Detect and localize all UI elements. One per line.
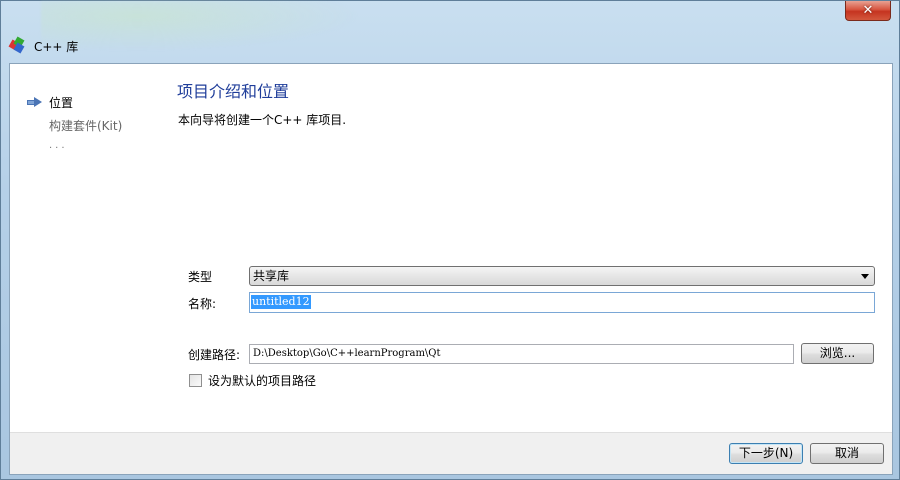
close-icon: ✕ (862, 3, 874, 18)
default-path-checkbox-label: 设为默认的项目路径 (208, 374, 317, 388)
window-title: C++ 库 (34, 39, 79, 54)
window-frame: ✕ C++ 库 位置 构建套件(Kit) ... 项目介绍和位置 本向导将创建一… (0, 0, 900, 480)
wizard-footer: 下一步(N) 取消 (10, 432, 892, 474)
path-label: 创建路径: (188, 348, 241, 362)
browse-button[interactable]: 浏览... (801, 343, 874, 364)
page-description: 本向导将创建一个C++ 库项目. (178, 113, 347, 127)
current-step-arrow-icon (27, 97, 42, 108)
type-combobox-value: 共享库 (253, 269, 290, 283)
step-more: ... (49, 140, 68, 151)
default-path-checkbox[interactable] (189, 374, 202, 387)
step-kit: 构建套件(Kit) (49, 119, 123, 133)
cancel-button[interactable]: 取消 (810, 443, 884, 464)
step-location-label: 位置 (49, 96, 74, 110)
type-combobox[interactable]: 共享库 (249, 266, 875, 286)
wizard-steps-sidebar: 位置 构建套件(Kit) ... (10, 64, 170, 432)
name-label: 名称: (188, 297, 217, 311)
wizard-client-area: 位置 构建套件(Kit) ... 项目介绍和位置 本向导将创建一个C++ 库项目… (9, 63, 893, 475)
name-input-selected-text: untitled12 (251, 295, 311, 309)
name-input[interactable]: untitled12 (249, 292, 875, 313)
chevron-down-icon (861, 274, 869, 279)
qt-app-icon (8, 36, 26, 54)
default-path-checkbox-row[interactable]: 设为默认的项目路径 (189, 372, 316, 389)
step-location: 位置 (27, 94, 73, 111)
page-title: 项目介绍和位置 (177, 82, 290, 101)
next-button[interactable]: 下一步(N) (729, 443, 803, 464)
window-close-button[interactable]: ✕ (845, 1, 891, 21)
title-bar: C++ 库 (1, 31, 899, 61)
type-label: 类型 (188, 270, 213, 284)
path-input[interactable]: D:\Desktop\Go\C++learnProgram\Qt (249, 344, 794, 364)
